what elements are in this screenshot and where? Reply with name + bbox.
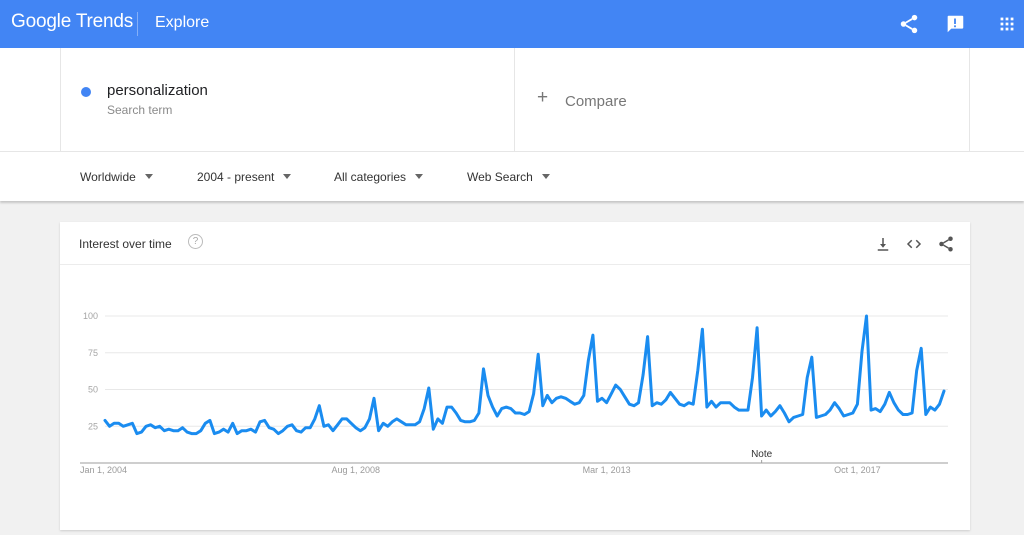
dropdown-caret-icon: [144, 174, 153, 179]
page-section-title: Explore: [155, 14, 210, 31]
filter-label: Worldwide: [80, 170, 136, 184]
search-terms-panel: personalization Search term + Compare: [0, 48, 1024, 151]
compare-label: Compare: [565, 93, 627, 110]
logo-trends-text: Trends: [75, 11, 134, 32]
x-tick-label: Mar 1, 2013: [583, 465, 631, 475]
search-term-card[interactable]: personalization Search term: [60, 48, 515, 151]
filter-label: All categories: [334, 170, 407, 184]
y-tick-label: 25: [88, 421, 98, 431]
dropdown-caret-icon: [283, 174, 292, 179]
dropdown-caret-icon: [415, 174, 424, 179]
top-app-bar: Google Trends Explore: [0, 0, 1024, 48]
filter-bar: Worldwide 2004 - present All categories …: [0, 151, 1024, 201]
filter-search-type-dropdown[interactable]: Web Search: [467, 170, 550, 184]
filter-time-range-dropdown[interactable]: 2004 - present: [197, 170, 292, 184]
x-tick-label: Oct 1, 2017: [834, 465, 881, 475]
chart-note-annotation[interactable]: Note: [751, 449, 773, 460]
interest-line-chart: 25 50 75 100 Jan 1, 2004 Aug 1, 2008 Mar 1, 2…: [80, 311, 948, 475]
search-term-subtitle: Search term: [107, 103, 173, 117]
feedback-icon[interactable]: [944, 13, 966, 35]
y-tick-label: 75: [88, 348, 98, 358]
header-divider: [137, 12, 138, 36]
y-tick-label: 100: [83, 311, 98, 321]
dropdown-caret-icon: [541, 174, 550, 179]
filter-category-dropdown[interactable]: All categories: [334, 170, 424, 184]
filter-label: 2004 - present: [197, 170, 275, 184]
plus-icon: +: [537, 87, 549, 108]
x-tick-label: Jan 1, 2004: [80, 465, 127, 475]
x-tick-label: Aug 1, 2008: [332, 465, 381, 475]
logo-google-text: Google: [11, 11, 72, 32]
series-line-personalization[interactable]: [103, 314, 946, 436]
interest-over-time-card: Interest over time ? 25 50 75 100 Jan 1, 20…: [60, 222, 970, 530]
search-term-name[interactable]: personalization: [107, 82, 208, 99]
apps-grid-icon[interactable]: [996, 13, 1018, 35]
share-icon[interactable]: [898, 13, 920, 35]
filter-region-dropdown[interactable]: Worldwide: [80, 170, 153, 184]
google-trends-logo[interactable]: Google Trends: [11, 11, 133, 33]
compare-button[interactable]: + Compare: [515, 48, 970, 151]
y-tick-label: 50: [88, 385, 98, 395]
filter-label: Web Search: [467, 170, 533, 184]
term-color-dot: [81, 87, 91, 97]
